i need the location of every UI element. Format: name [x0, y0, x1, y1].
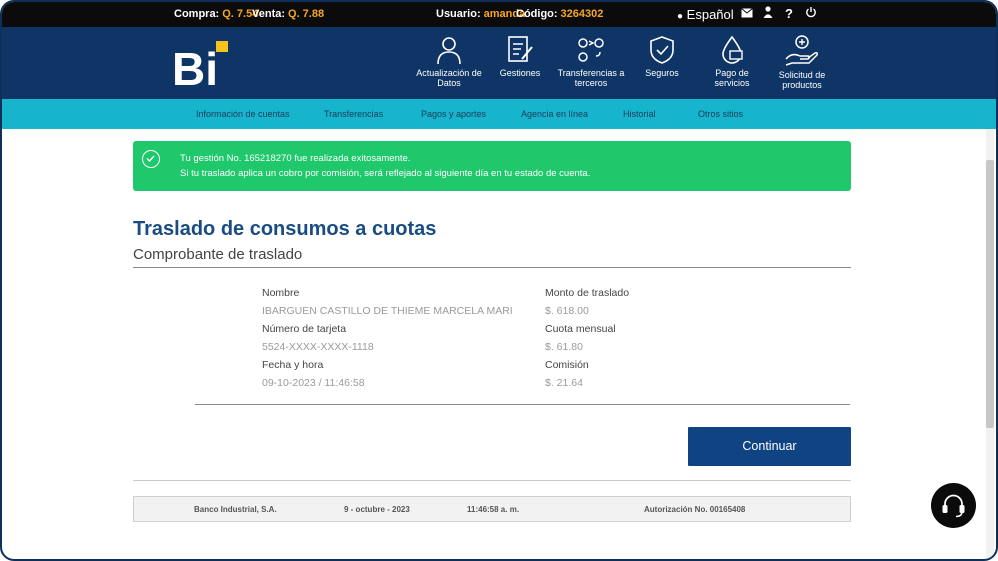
help-question-icon[interactable]: ?	[782, 6, 796, 22]
fecha-label: Fecha y hora	[262, 359, 324, 371]
secondary-menu: Información de cuentas Transferencias Pa…	[2, 99, 996, 129]
language-label: Español	[686, 7, 734, 22]
nav-label: Pago de	[715, 68, 749, 78]
menu-informacion-cuentas[interactable]: Información de cuentas	[196, 109, 290, 119]
nav-label: Gestiones	[499, 68, 541, 78]
cuota-label: Cuota mensual	[545, 323, 616, 335]
fecha-value: 09-10-2023 / 11:46:58	[262, 377, 365, 389]
headset-icon	[942, 494, 965, 518]
nav-label: Solicitud de	[778, 70, 826, 80]
drop-card-icon	[722, 35, 743, 64]
main-header: Bi Actualización de Datos Gestiones Tran…	[2, 27, 996, 99]
nombre-value: IBARGUEN CASTILLO DE THIEME MARCELA MARI	[262, 305, 513, 317]
comision-label: Comisión	[545, 359, 589, 371]
transfer-icon	[578, 38, 604, 62]
tarjeta-value: 5524-XXXX-XXXX-1118	[262, 341, 374, 353]
footer-bank: Banco Industrial, S.A.	[194, 505, 277, 514]
user-profile-icon[interactable]	[761, 6, 775, 22]
divider	[133, 480, 851, 481]
mail-icon[interactable]	[740, 6, 754, 22]
nav-label: Seguros	[645, 68, 679, 78]
nav-transferencias-terceros[interactable]: Transferencias a terceros	[555, 35, 627, 88]
nav-label: Datos	[437, 78, 461, 88]
usuario-label: Usuario:	[436, 8, 481, 20]
shield-check-icon	[650, 36, 674, 64]
user-info: Usuario: amanda	[436, 8, 525, 20]
alert-message-line1: Tu gestión No. 165218270 fue realizada e…	[180, 153, 411, 164]
svg-text:Bi: Bi	[172, 43, 218, 87]
venta-label: Venta:	[252, 8, 286, 20]
menu-otros-sitios[interactable]: Otros sitios	[698, 109, 743, 119]
comision-value: $. 21.64	[545, 377, 583, 389]
nav-solicitud-productos[interactable]: Solicitud de productos	[772, 35, 832, 90]
monto-value: $. 618.00	[545, 305, 589, 317]
menu-agencia-en-linea[interactable]: Agencia en línea	[521, 109, 588, 119]
venta-value: Q. 7.88	[288, 8, 325, 20]
success-alert: Tu gestión No. 165218270 fue realizada e…	[133, 141, 851, 191]
exchange-sell: Venta: Q. 7.88	[252, 8, 324, 20]
footer-authorization: Autorización No. 00165408	[644, 505, 746, 514]
hand-plus-icon	[785, 35, 818, 66]
top-info-bar: Compra: Q. 7.54 Venta: Q. 7.88 Usuario: ama…	[2, 2, 996, 27]
language-selector[interactable]: ● Español	[677, 7, 734, 22]
menu-pagos-aportes[interactable]: Pagos y aportes	[421, 109, 486, 119]
exchange-buy: Compra: Q. 7.54	[174, 8, 258, 20]
page-subtitle: Comprobante de traslado	[133, 246, 303, 263]
check-circle-icon	[142, 150, 160, 168]
nav-label: servicios	[714, 78, 750, 88]
power-icon[interactable]	[804, 6, 818, 22]
app-window: Compra: Q. 7.54 Venta: Q. 7.88 Usuario: ama…	[0, 0, 998, 561]
divider	[195, 404, 850, 405]
code-info: Código: 3264302	[516, 8, 603, 20]
nav-label: productos	[782, 80, 822, 90]
bi-logo[interactable]: Bi	[172, 41, 234, 95]
scrollbar-thumb[interactable]	[986, 160, 994, 428]
nav-seguros[interactable]: Seguros	[641, 35, 683, 78]
continue-button[interactable]: Continuar	[688, 427, 851, 466]
menu-transferencias[interactable]: Transferencias	[324, 109, 383, 119]
user-icon	[437, 37, 461, 65]
nav-label: terceros	[574, 78, 608, 88]
cuota-value: $. 61.80	[545, 341, 583, 353]
tarjeta-label: Número de tarjeta	[262, 323, 347, 335]
divider	[133, 267, 851, 268]
codigo-label: Código:	[516, 8, 558, 20]
monto-label: Monto de traslado	[545, 287, 630, 299]
nombre-label: Nombre	[262, 287, 300, 299]
codigo-value: 3264302	[560, 8, 604, 20]
document-edit-icon	[508, 36, 533, 62]
nav-label: Transferencias a	[557, 68, 625, 78]
receipt-footer: Banco Industrial, S.A. 9 - octubre - 202…	[133, 496, 851, 522]
menu-historial[interactable]: Historial	[623, 109, 656, 119]
footer-time: 11:46:58 a. m.	[467, 505, 520, 514]
nav-label: Actualización de	[416, 68, 482, 78]
nav-pago-servicios[interactable]: Pago de servicios	[708, 35, 756, 88]
nav-gestiones[interactable]: Gestiones	[495, 35, 545, 78]
alert-message-line2: Si tu traslado aplica un cobro por comis…	[180, 168, 591, 179]
footer-date: 9 - octubre - 2023	[344, 505, 410, 514]
globe-icon: ●	[677, 11, 684, 22]
support-chat-button[interactable]	[931, 483, 976, 528]
nav-actualizacion-datos[interactable]: Actualización de Datos	[414, 35, 484, 88]
page-title: Traslado de consumos a cuotas	[133, 218, 437, 240]
compra-label: Compra:	[174, 8, 220, 20]
